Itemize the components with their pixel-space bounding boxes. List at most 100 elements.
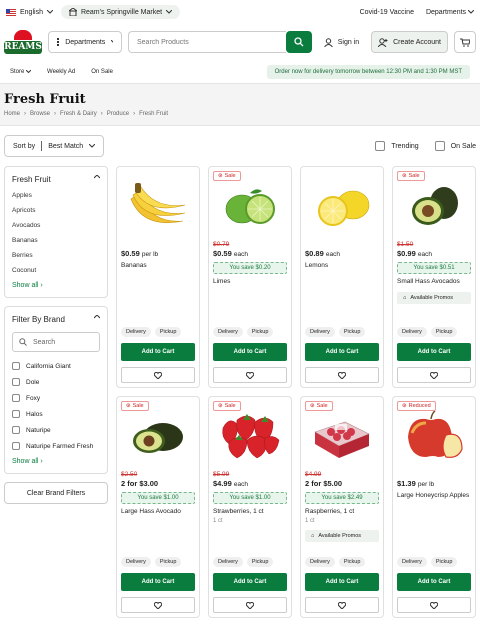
category-coconut[interactable]: Coconut — [12, 267, 100, 274]
product-name[interactable]: Bananas — [121, 262, 195, 270]
product-image-lemons[interactable] — [305, 171, 379, 241]
add-to-cart-button[interactable]: Add to Cart — [397, 573, 471, 591]
breadcrumb-home[interactable]: Home — [4, 111, 20, 117]
pickup-pill[interactable]: Pickup — [430, 327, 458, 337]
show-all-brands[interactable]: Show all › — [12, 458, 100, 465]
product-card[interactable]: ⊛ Sale $0.79 $0.59 each You save $0.20 Li… — [208, 166, 292, 388]
brand-naturipe[interactable]: Naturipe — [12, 426, 100, 434]
favorite-button[interactable] — [121, 597, 195, 613]
favorite-button[interactable] — [305, 367, 379, 383]
pickup-pill[interactable]: Pickup — [338, 327, 366, 337]
clear-brand-filters-button[interactable]: Clear Brand Filters — [4, 482, 108, 504]
category-apples[interactable]: Apples — [12, 192, 100, 199]
available-promos-button[interactable]: ⌂ Available Promos — [397, 292, 471, 305]
pickup-pill[interactable]: Pickup — [246, 327, 274, 337]
add-to-cart-button[interactable]: Add to Cart — [397, 343, 471, 361]
product-name[interactable]: Large Honeycrisp Apples — [397, 492, 471, 500]
store-menu[interactable]: Store — [10, 69, 32, 75]
favorite-button[interactable] — [397, 597, 471, 613]
sign-in-button[interactable]: Sign in — [318, 37, 365, 47]
add-to-cart-button[interactable]: Add to Cart — [213, 343, 287, 361]
delivery-pill[interactable]: Delivery — [213, 327, 243, 337]
delivery-pill[interactable]: Delivery — [397, 557, 427, 567]
search-button[interactable] — [285, 31, 312, 53]
category-avocados[interactable]: Avocados — [12, 222, 100, 229]
product-image-large-hass-avocado[interactable] — [121, 401, 195, 471]
favorite-button[interactable] — [305, 597, 379, 613]
category-header[interactable]: Fresh Fruit — [12, 175, 100, 184]
delivery-pill[interactable]: Delivery — [305, 327, 335, 337]
product-image-small-hass-avocados[interactable] — [397, 171, 471, 241]
delivery-pill[interactable]: Delivery — [397, 327, 427, 337]
breadcrumb-browse[interactable]: Browse — [30, 111, 50, 117]
delivery-pill[interactable]: Delivery — [305, 557, 335, 567]
cart-button[interactable] — [454, 31, 476, 53]
departments-link[interactable]: Departments — [426, 9, 475, 16]
add-to-cart-button[interactable]: Add to Cart — [121, 343, 195, 361]
brand-header[interactable]: Filter By Brand — [12, 315, 100, 324]
product-image-limes[interactable] — [213, 171, 287, 241]
add-to-cart-button[interactable]: Add to Cart — [305, 343, 379, 361]
favorite-button[interactable] — [121, 367, 195, 383]
favorite-button[interactable] — [213, 597, 287, 613]
product-card[interactable]: ⊛ Sale $1.50 $0.99 each You save $0.51 Sm… — [392, 166, 476, 388]
sort-dropdown[interactable]: Sort by Best Match — [4, 135, 105, 157]
product-card[interactable]: ⊛ Sale $5.99 $4.99 each You save $1.00 S… — [208, 396, 292, 618]
breadcrumb-produce[interactable]: Produce — [107, 111, 129, 117]
user-icon — [323, 37, 333, 47]
category-bananas[interactable]: Bananas — [12, 237, 100, 244]
secondary-nav: Store Weekly Ad On Sale Order now for de… — [0, 60, 480, 84]
covid-vaccine-link[interactable]: Covid-19 Vaccine — [360, 9, 414, 16]
reams-logo[interactable]: REAMS — [4, 28, 42, 56]
product-card[interactable]: $0.89 each Lemons Delivery Pickup Add to … — [300, 166, 384, 388]
add-to-cart-button[interactable]: Add to Cart — [305, 573, 379, 591]
product-name[interactable]: Large Hass Avocado — [121, 508, 195, 516]
available-promos-button[interactable]: ⌂ Available Promos — [305, 530, 379, 543]
weekly-ad-link[interactable]: Weekly Ad — [47, 69, 75, 75]
brand-california-giant[interactable]: California Giant — [12, 362, 100, 370]
delivery-pill[interactable]: Delivery — [213, 557, 243, 567]
trending-filter[interactable]: Trending — [375, 141, 419, 151]
language-selector[interactable]: English — [6, 8, 53, 16]
pickup-pill[interactable]: Pickup — [154, 327, 182, 337]
favorite-button[interactable] — [213, 367, 287, 383]
category-apricots[interactable]: Apricots — [12, 207, 100, 214]
create-account-button[interactable]: Create Account — [371, 31, 448, 53]
product-image-honeycrisp-apples[interactable] — [397, 401, 471, 471]
brand-dole[interactable]: Dole — [12, 378, 100, 386]
brand-naturipe-farmed-fresh[interactable]: Naturipe Farmed Fresh — [12, 442, 100, 450]
breadcrumb-fresh-dairy[interactable]: Fresh & Dairy — [60, 111, 97, 117]
product-image-strawberries[interactable] — [213, 401, 287, 471]
category-berries[interactable]: Berries — [12, 252, 100, 259]
product-card[interactable]: ⊛ Sale $4.99 2 for $5.00 You save $2.49 R… — [300, 396, 384, 618]
product-card[interactable]: ⊛ Sale $2.50 2 for $3.00 You save $1.00 L… — [116, 396, 200, 618]
pickup-pill[interactable]: Pickup — [246, 557, 274, 567]
search-input[interactable] — [128, 31, 286, 53]
product-name[interactable]: Lemons — [305, 262, 379, 270]
pickup-pill[interactable]: Pickup — [430, 557, 458, 567]
product-name[interactable]: Limes — [213, 278, 287, 286]
add-to-cart-button[interactable]: Add to Cart — [213, 573, 287, 591]
brand-search-input[interactable]: Search — [12, 332, 100, 352]
pickup-pill[interactable]: Pickup — [338, 557, 366, 567]
product-name[interactable]: Raspberries, 1 ct — [305, 508, 379, 516]
product-image-raspberries[interactable] — [305, 401, 379, 471]
on-sale-link[interactable]: On Sale — [91, 69, 113, 75]
price-unit: each — [233, 251, 248, 258]
product-name[interactable]: Strawberries, 1 ct — [213, 508, 287, 516]
brand-foxy[interactable]: Foxy — [12, 394, 100, 402]
store-selector[interactable]: Ream's Springville Market — [60, 5, 181, 19]
departments-button[interactable]: Departments — [48, 31, 122, 53]
product-card[interactable]: $0.59 per lb Bananas Delivery Pickup Add … — [116, 166, 200, 388]
product-card[interactable]: ⊛ Reduced $1.39 per lb Large Honeycrisp A… — [392, 396, 476, 618]
product-image-bananas[interactable] — [121, 171, 195, 241]
delivery-pill[interactable]: Delivery — [121, 557, 151, 567]
brand-halos[interactable]: Halos — [12, 410, 100, 418]
on-sale-filter[interactable]: On Sale — [434, 141, 476, 151]
add-to-cart-button[interactable]: Add to Cart — [121, 573, 195, 591]
product-name[interactable]: Small Hass Avocados — [397, 278, 471, 286]
favorite-button[interactable] — [397, 367, 471, 383]
delivery-pill[interactable]: Delivery — [121, 327, 151, 337]
show-all-categories[interactable]: Show all › — [12, 282, 100, 289]
pickup-pill[interactable]: Pickup — [154, 557, 182, 567]
